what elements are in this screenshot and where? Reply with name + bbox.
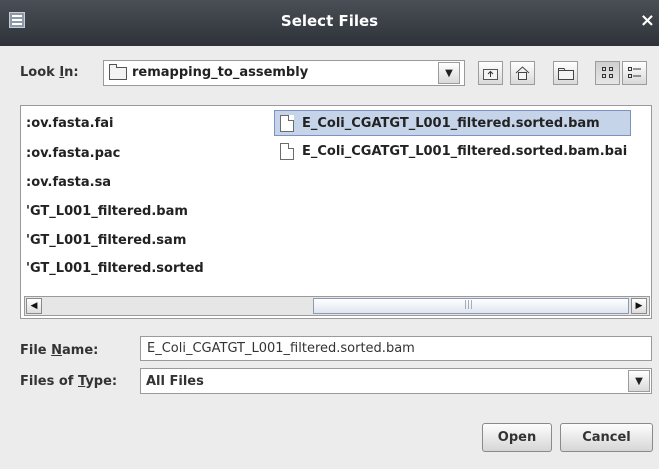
list-view-icon <box>601 67 613 78</box>
files-of-type-combo[interactable]: All Files ▼ <box>140 368 652 394</box>
look-in-combo[interactable]: remapping_to_assembly ▼ <box>103 60 465 86</box>
look-in-label-prefix: Look <box>20 65 60 80</box>
look-in-label: Look In: <box>20 65 79 80</box>
look-in-dropdown-button[interactable]: ▼ <box>438 62 460 84</box>
files-of-type-dropdown-button[interactable]: ▼ <box>628 370 650 392</box>
files-of-type-label: Files of Type: <box>20 374 117 389</box>
list-item-selected[interactable]: E_Coli_CGATGT_L001_filtered.sorted.bam <box>274 110 631 136</box>
details-view-icon <box>627 67 641 78</box>
scroll-right-button[interactable]: ▶ <box>631 298 647 314</box>
chevron-left-icon: ◀ <box>30 301 38 311</box>
close-icon[interactable]: × <box>640 10 655 31</box>
list-item[interactable]: :ov.fasta.sa <box>26 175 111 190</box>
home-button[interactable] <box>510 61 535 85</box>
title-bar: Select Files × <box>0 0 659 46</box>
new-folder-icon <box>557 67 574 80</box>
chevron-down-icon: ▼ <box>445 67 453 79</box>
grip-icon: ||| <box>464 300 474 310</box>
home-icon <box>515 66 530 80</box>
up-one-level-button[interactable] <box>478 61 503 85</box>
files-of-type-label-suffix: ype: <box>85 374 118 389</box>
look-in-value: remapping_to_assembly <box>132 65 309 80</box>
list-item[interactable]: 'GT_L001_filtered.sorted <box>26 261 204 276</box>
details-view-button[interactable] <box>622 61 647 85</box>
scrollbar-thumb[interactable]: ||| <box>313 298 629 314</box>
list-view-button[interactable] <box>595 61 620 85</box>
file-icon <box>280 143 294 160</box>
up-one-level-icon <box>483 68 498 80</box>
list-item[interactable]: :ov.fasta.fai <box>26 116 113 131</box>
chevron-right-icon: ▶ <box>635 301 643 311</box>
list-item[interactable]: E_Coli_CGATGT_L001_filtered.sorted.bam.b… <box>274 139 652 165</box>
horizontal-scrollbar[interactable]: ◀ ||| ▶ <box>24 296 650 316</box>
file-name-label-mnemonic: N <box>51 343 63 358</box>
list-item-label: E_Coli_CGATGT_L001_filtered.sorted.bam <box>302 116 600 131</box>
cancel-button[interactable]: Cancel <box>560 423 653 452</box>
new-folder-button[interactable] <box>553 61 578 85</box>
scroll-left-button[interactable]: ◀ <box>26 298 42 314</box>
look-in-label-suffix: n: <box>64 65 79 80</box>
file-list[interactable]: :ov.fasta.fai :ov.fasta.pac :ov.fasta.sa… <box>20 105 652 319</box>
window-title: Select Files <box>280 12 379 30</box>
files-of-type-value: All Files <box>146 374 204 389</box>
file-icon <box>280 115 294 132</box>
file-name-label-suffix: ame: <box>62 343 99 358</box>
list-item[interactable]: 'GT_L001_filtered.sam <box>26 233 186 248</box>
list-item[interactable]: :ov.fasta.pac <box>26 146 120 161</box>
file-name-label-prefix: File <box>20 343 52 358</box>
files-of-type-label-prefix: Files of <box>20 374 78 389</box>
open-button[interactable]: Open <box>482 423 552 452</box>
list-item-label: E_Coli_CGATGT_L001_filtered.sorted.bam.b… <box>302 144 628 159</box>
file-name-label: File Name: <box>20 343 98 358</box>
list-item[interactable]: 'GT_L001_filtered.bam <box>26 204 188 219</box>
chevron-down-icon: ▼ <box>635 375 643 387</box>
folder-icon <box>109 64 127 80</box>
file-name-input[interactable]: E_Coli_CGATGT_L001_filtered.sorted.bam <box>140 336 652 361</box>
